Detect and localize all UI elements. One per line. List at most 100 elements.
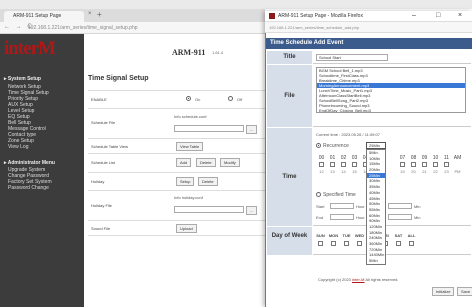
browser-titlebar [0,0,472,9]
specified-time-label: Specified Time [323,192,356,198]
hour-cell: 08 [410,155,417,161]
day-checkbox[interactable] [331,241,336,246]
recurrence-dropdown[interactable]: 5Min 10Min 15Min 20Min 25Min 30Min 35Min… [366,149,386,265]
hour-check-row-am [316,162,466,167]
sidebar-group-label: Administrator Menu [7,160,55,166]
view-table-button[interactable]: View Table [176,142,204,151]
holiday-setup-button[interactable]: Setup [176,177,195,186]
hour-checkbox[interactable] [422,162,427,167]
recurrence-label: Recurrence [323,143,349,149]
popup-header: Time Schedule Add Event [266,38,472,49]
start-label: Start [316,204,325,209]
tab-close-icon[interactable]: × [88,11,92,17]
model-version: 1.61.4 [212,50,224,55]
save-button[interactable]: Save [457,287,472,296]
am-label: AM [453,155,462,161]
recurrence-option[interactable]: 5Min [367,258,385,264]
popup-url-field[interactable]: 192.168.1.221/arm_series/time_schedule_a… [265,22,472,33]
copyright-text: Copyright (c) 2023 inter-M All rights re… [318,277,399,282]
browser-tab[interactable]: ARM-911 Setup Page [4,11,84,22]
file-label: File [267,65,312,127]
day-tue: TUE [342,233,351,238]
title-label: Title [267,51,312,64]
end-min-unit: Min [414,215,421,220]
recurrence-radio[interactable] [316,143,321,148]
sidebar-item-log[interactable]: View Log [8,144,28,150]
enable-label: ENABLE [91,97,107,102]
sidebar-item-password[interactable]: Password Change [8,185,49,191]
hour-row-am: 00 01 02 03 04 07 08 09 10 11 AM [316,155,466,161]
delete-schedule-button[interactable]: Delete [196,158,216,167]
hour-checkbox[interactable] [400,162,405,167]
holiday-file-info: Info holiday.conf [174,195,203,200]
url-field[interactable]: 192.168.1.221/arm_series/time_signal_set… [28,24,258,32]
hour-checkbox[interactable] [444,162,449,167]
minimize-icon[interactable]: – [412,12,416,19]
holiday-delete-button[interactable]: Delete [198,177,218,186]
holiday-browse-button[interactable]: ... [246,206,258,215]
start-min-unit: Min [414,204,421,209]
dow-label: Day of Week [267,227,312,255]
schedule-file-info: Info schedule.conf [174,114,207,119]
copyright-suffix: All rights reserved. [365,277,399,282]
holiday-label: Holiday [91,179,105,184]
hour-cell: 22 [433,169,438,174]
upload-button[interactable]: Upload [176,224,197,233]
initialize-button[interactable]: Initialize [432,287,455,296]
add-schedule-button[interactable]: Add [176,158,192,167]
day-checkbox[interactable] [318,241,323,246]
hour-checkbox[interactable] [341,162,346,167]
hour-row-pm: 12 13 14 15 16 19 20 21 22 23 PM [316,169,466,174]
end-hour-input[interactable] [330,214,354,220]
holiday-file-input[interactable] [174,206,244,213]
schedule-browse-button[interactable]: ... [246,125,258,134]
hour-grid: 00 01 02 03 04 07 08 09 10 11 AM 12 13 1… [316,155,466,185]
recurrence-select[interactable]: 25Min [366,142,386,149]
hour-cell: 01 [329,155,336,161]
hour-cell: 23 [444,169,449,174]
close-icon[interactable]: × [458,12,462,19]
hour-cell: 21 [422,169,427,174]
day-checkbox[interactable] [396,241,401,246]
copyright-link[interactable]: inter-M [352,277,364,282]
popup-window-title: ARM-911 Setup Page - Mozilla Firefox [278,13,363,19]
day-checkbox[interactable] [409,241,414,246]
hour-checkbox[interactable] [330,162,335,167]
hour-cell: 09 [421,155,428,161]
popup-favicon-icon [269,13,275,19]
modify-schedule-button[interactable]: Modify [220,158,240,167]
sidebar-group-system: ▸ System Setup [4,76,41,82]
end-min-input[interactable] [388,214,412,220]
end-label: End [316,215,324,220]
enable-off-radio[interactable] [228,96,233,101]
hour-cell: 00 [318,155,325,161]
enable-on-radio[interactable] [186,96,191,101]
maximize-icon[interactable]: □ [436,12,440,19]
hour-cell: 10 [432,155,439,161]
hour-cell: 20 [411,169,416,174]
day-checkbox[interactable] [344,241,349,246]
schedule-file-label: Schedule File [91,120,116,125]
time-label: Time [267,128,312,226]
new-tab-button[interactable]: + [97,10,102,19]
hour-checkbox[interactable] [433,162,438,167]
start-min-input[interactable] [388,203,412,209]
hour-checkbox[interactable] [352,162,357,167]
title-input[interactable]: School Start [316,54,388,61]
hour-checkbox[interactable] [319,162,324,167]
day-checkbox[interactable] [357,241,362,246]
schedule-file-input[interactable] [174,125,244,132]
start-hour-input[interactable] [330,203,354,209]
page-title: Time Signal Setup [88,75,149,82]
schedule-list-label: Schedule List [91,160,116,165]
day-mon: MON [328,233,339,238]
day-wed: WED [354,233,365,238]
hour-cell: 13 [330,169,335,174]
file-listbox[interactable]: BGM School Bell_1.mp3 Schooltime_FirstCl… [316,67,466,113]
hour-checkbox[interactable] [411,162,416,167]
specified-time-radio[interactable] [316,192,321,197]
hour-cell: 02 [340,155,347,161]
file-option[interactable]: EndOfDay_Closing_Bell.mp3 [317,108,465,112]
table-view-label: Schedule Table View [91,144,128,149]
hour-cell: 07 [399,155,406,161]
